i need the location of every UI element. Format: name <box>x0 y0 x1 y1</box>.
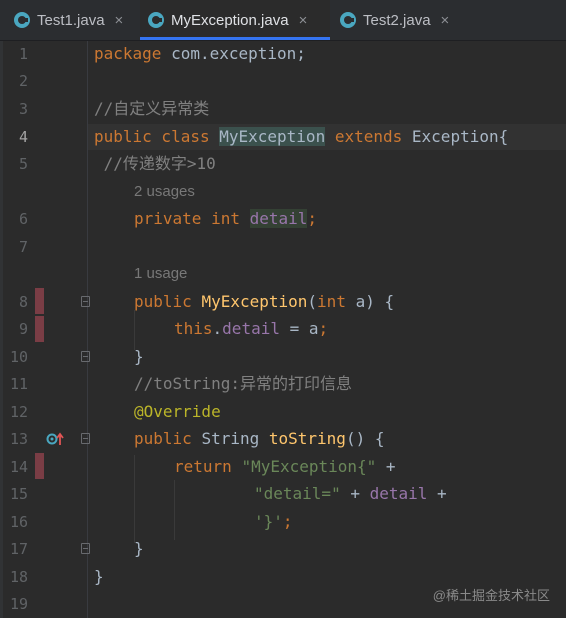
tab-label: MyException.java <box>171 11 289 29</box>
watermark: @稀土掘金技术社区 <box>432 588 550 603</box>
java-class-icon <box>148 12 164 28</box>
code-text: . <box>212 319 223 338</box>
java-class-icon <box>340 12 356 28</box>
code-text: + <box>427 484 447 503</box>
line-number: 9 <box>18 320 28 338</box>
code-line[interactable]: '}'; <box>254 512 293 532</box>
code-line[interactable]: return "MyException{" + <box>174 457 396 477</box>
indent-guide <box>174 480 175 540</box>
override-method-icon[interactable] <box>46 431 64 447</box>
keyword: this <box>174 319 213 338</box>
fold-icon[interactable] <box>81 296 90 307</box>
line-number: 2 <box>18 72 28 90</box>
line-number: 10 <box>9 348 28 366</box>
line-number: 19 <box>9 595 28 613</box>
breakpoint-marker[interactable] <box>35 288 44 314</box>
code-text: + <box>340 484 370 503</box>
field-name: detail <box>222 319 280 338</box>
tab-label: Test2.java <box>363 11 431 29</box>
line-number: 7 <box>18 238 28 256</box>
line-number: 17 <box>9 540 28 558</box>
keyword: public class <box>94 127 220 146</box>
semicolon: ; <box>307 209 318 228</box>
code-brace[interactable]: } <box>134 539 144 559</box>
tab-myexception[interactable]: MyException.java × <box>140 0 330 40</box>
code-text: Exception{ <box>411 127 509 146</box>
code-text: = a <box>279 319 319 338</box>
line-number: 3 <box>18 100 28 118</box>
code-comment[interactable]: //传递数字>10 <box>94 154 216 174</box>
code-comment[interactable]: //自定义异常类 <box>94 99 209 119</box>
line-number: 8 <box>18 293 28 311</box>
line-number: 14 <box>9 458 28 476</box>
breakpoint-marker[interactable] <box>35 316 44 342</box>
string-literal: "MyException{" <box>241 457 377 476</box>
code-text: ( <box>307 292 318 311</box>
indent-guide <box>134 455 135 543</box>
usages-hint[interactable]: 1 usage <box>134 264 187 284</box>
line-number: 6 <box>18 210 28 228</box>
indent-guide <box>134 310 135 350</box>
keyword: int <box>317 292 346 311</box>
code-line-current[interactable]: public class MyException extends Excepti… <box>94 127 508 147</box>
editor-tab-bar: Test1.java × MyException.java × Test2.ja… <box>0 0 566 41</box>
code-brace[interactable]: } <box>94 567 104 587</box>
fold-icon[interactable] <box>81 543 90 554</box>
keyword: private int <box>134 209 250 228</box>
type-name: String <box>201 429 269 448</box>
usages-hint[interactable]: 2 usages <box>134 182 195 202</box>
code-line[interactable]: private int detail; <box>134 209 317 229</box>
fold-icon[interactable] <box>81 351 90 362</box>
code-line[interactable]: this.detail = a; <box>174 319 328 339</box>
annotation[interactable]: @Override <box>134 402 221 422</box>
code-brace[interactable]: } <box>134 347 144 367</box>
java-class-icon <box>14 12 30 28</box>
tab-test2[interactable]: Test2.java × <box>340 0 464 40</box>
line-number: 12 <box>9 403 28 421</box>
method-name: toString <box>268 429 346 448</box>
fold-icon[interactable] <box>81 433 90 444</box>
code-line[interactable]: public String toString() { <box>134 429 384 449</box>
char-literal: '}' <box>254 512 283 531</box>
code-text: a) { <box>345 292 395 311</box>
line-number: 5 <box>18 155 28 173</box>
close-icon[interactable]: × <box>299 12 308 29</box>
breakpoint-marker[interactable] <box>35 453 44 479</box>
code-line[interactable]: "detail=" + detail + <box>254 484 447 504</box>
tab-label: Test1.java <box>37 11 105 29</box>
code-text: com.exception; <box>161 44 306 63</box>
line-number: 18 <box>9 568 28 586</box>
keyword: package <box>94 44 162 63</box>
gutter-separator <box>87 41 88 618</box>
code-text: + <box>376 457 396 476</box>
string-literal: "detail=" <box>254 484 341 503</box>
code-line[interactable]: public MyException(int a) { <box>134 292 394 312</box>
keyword: extends <box>325 127 412 146</box>
field-name: detail <box>249 209 308 228</box>
class-name: MyException <box>219 127 326 146</box>
line-number: 1 <box>18 45 28 63</box>
method-name: MyException <box>201 292 308 311</box>
close-icon[interactable]: × <box>441 12 450 29</box>
code-comment[interactable]: //toString:异常的打印信息 <box>134 374 352 394</box>
line-number: 13 <box>9 430 28 448</box>
code-line[interactable]: package com.exception; <box>94 44 306 64</box>
semicolon: ; <box>282 512 293 531</box>
tab-test1[interactable]: Test1.java × <box>14 0 134 40</box>
keyword: return <box>174 457 242 476</box>
line-number: 11 <box>9 375 28 393</box>
keyword: public <box>134 292 202 311</box>
keyword: public <box>134 429 202 448</box>
close-icon[interactable]: × <box>115 12 124 29</box>
code-text: () { <box>345 429 385 448</box>
line-number: 15 <box>9 485 28 503</box>
field-name: detail <box>369 484 428 503</box>
line-number: 16 <box>9 513 28 531</box>
line-number: 4 <box>18 128 28 146</box>
semicolon: ; <box>318 319 329 338</box>
